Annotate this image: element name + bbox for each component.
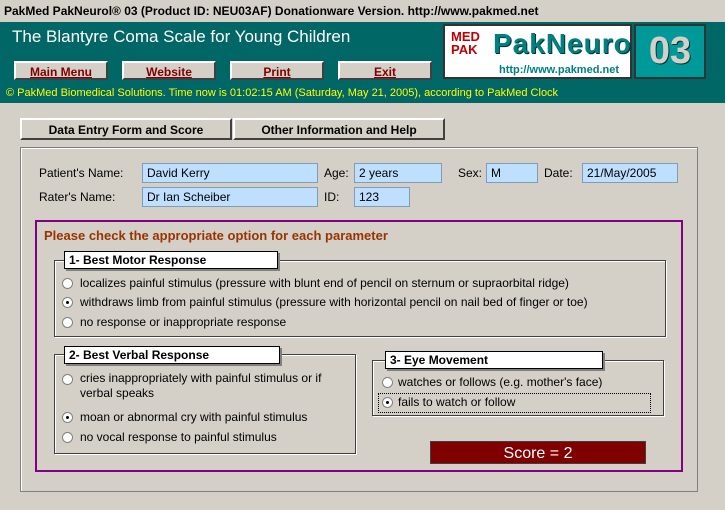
verbal-option-no-vocal-radio[interactable] (62, 432, 73, 443)
eye-option-watches-radio[interactable] (382, 377, 393, 388)
logo-url: http://www.pakmed.net (499, 64, 619, 76)
eye-option-fails-label: fails to watch or follow (398, 395, 516, 409)
verbal-option-cries-radio[interactable] (62, 374, 73, 385)
motor-option-localizes-radio[interactable] (62, 278, 73, 289)
date-field[interactable]: 21/May/2005 (582, 163, 678, 183)
eye-movement-title: 3- Eye Movement (385, 351, 603, 369)
verbal-option-no-vocal[interactable]: no vocal response to painful stimulus (60, 430, 350, 446)
verbal-option-no-vocal-label: no vocal response to painful stimulus (80, 430, 277, 444)
motor-option-localizes[interactable]: localizes painful stimulus (pressure wit… (60, 276, 660, 292)
motor-option-withdraws-label: withdraws limb from painful stimulus (pr… (80, 295, 588, 309)
age-label: Age: (324, 166, 349, 180)
eye-option-watches-label: watches or follows (e.g. mother's face) (398, 375, 603, 389)
rater-name-label: Rater's Name: (39, 190, 116, 204)
eye-option-watches[interactable]: watches or follows (e.g. mother's face) (378, 375, 658, 391)
sex-field[interactable]: M (486, 163, 538, 183)
instruction-text: Please check the appropriate option for … (44, 228, 388, 243)
motor-response-title: 1- Best Motor Response (64, 251, 278, 269)
age-field[interactable]: 2 years (354, 163, 442, 183)
logo-version: 03 (634, 24, 706, 79)
patient-name-field[interactable]: David Kerry (142, 163, 318, 183)
eye-option-fails-radio[interactable] (382, 397, 393, 408)
verbal-option-cries-label: cries inappropriately with painful stimu… (80, 371, 322, 400)
patient-name-label: Patient's Name: (39, 166, 124, 180)
verbal-option-moan-radio[interactable] (62, 412, 73, 423)
motor-option-no-response[interactable]: no response or inappropriate response (60, 315, 660, 331)
website-button[interactable]: Website (122, 61, 216, 80)
window-title: PakMed PakNeurol® 03 (Product ID: NEU03A… (4, 4, 539, 18)
motor-option-no-response-radio[interactable] (62, 317, 73, 328)
motor-option-localizes-label: localizes painful stimulus (pressure wit… (80, 276, 569, 290)
date-label: Date: (544, 166, 573, 180)
verbal-option-moan-label: moan or abnormal cry with painful stimul… (80, 410, 308, 424)
rater-name-field[interactable]: Dr Ian Scheiber (142, 187, 318, 207)
tab-other-info[interactable]: Other Information and Help (233, 118, 445, 140)
main-menu-button[interactable]: Main Menu (14, 61, 108, 80)
motor-option-no-response-label: no response or inappropriate response (80, 315, 287, 329)
sex-label: Sex: (458, 166, 483, 180)
motor-option-withdraws-radio[interactable] (62, 297, 73, 308)
id-field[interactable]: 123 (354, 187, 410, 207)
window-title-bar: PakMed PakNeurol® 03 (Product ID: NEU03A… (0, 0, 725, 23)
eye-option-fails[interactable]: fails to watch or follow (378, 393, 651, 413)
motor-option-withdraws[interactable]: withdraws limb from painful stimulus (pr… (60, 295, 660, 311)
app-title: The Blantyre Coma Scale for Young Childr… (12, 27, 351, 46)
tab-data-entry[interactable]: Data Entry Form and Score (20, 118, 232, 140)
exit-button[interactable]: Exit (338, 61, 432, 80)
verbal-option-cries[interactable]: cries inappropriately with painful stimu… (60, 371, 350, 403)
score-display: Score = 2 (430, 441, 646, 464)
logo-med-mark: MED PAK (451, 29, 480, 57)
status-line: © PakMed Biomedical Solutions. Time now … (6, 87, 559, 99)
verbal-response-title: 2- Best Verbal Response (64, 346, 280, 364)
id-label: ID: (324, 190, 340, 204)
print-button[interactable]: Print (230, 61, 324, 80)
verbal-option-moan[interactable]: moan or abnormal cry with painful stimul… (60, 410, 350, 426)
pakneurol-logo: MED PAK PakNeurol® http://www.pakmed.net (443, 24, 661, 79)
